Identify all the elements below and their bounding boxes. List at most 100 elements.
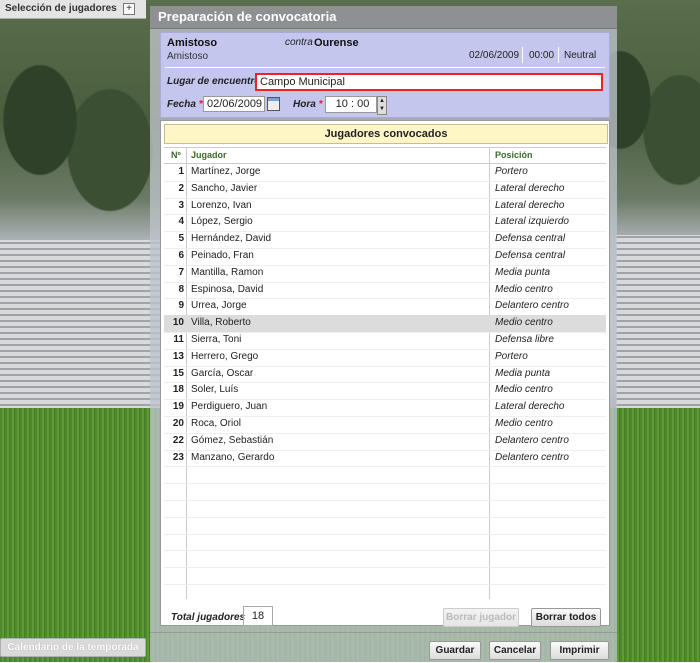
table-row[interactable]: 5 Hernández, David Defensa central — [164, 231, 606, 249]
player-name: García, Oscar — [191, 367, 254, 379]
player-name: Manzano, Gerardo — [191, 451, 275, 463]
player-position: Portero — [495, 166, 528, 177]
player-number: 23 — [172, 451, 184, 463]
player-name: Mantilla, Ramon — [191, 266, 264, 278]
players-panel-title: Jugadores convocados — [164, 124, 608, 144]
place-label: Lugar de encuentro * — [167, 76, 267, 87]
player-number: 19 — [172, 401, 184, 413]
time-label: Hora * — [293, 99, 323, 110]
print-button[interactable]: Imprimir — [550, 641, 609, 660]
player-name: Roca, Oriol — [191, 418, 242, 429]
player-number: 3 — [178, 199, 184, 211]
table-row[interactable]: 6 Peinado, Fran Defensa central — [164, 248, 606, 266]
time-stepper[interactable]: ▲ ▼ — [377, 96, 387, 115]
player-position: Media punta — [495, 367, 551, 379]
player-position: Medio centro — [495, 283, 553, 295]
cancel-button[interactable]: Cancelar — [489, 641, 541, 660]
player-number: 6 — [178, 250, 184, 261]
table-row[interactable]: 23 Manzano, Gerardo Delantero centro — [164, 450, 606, 468]
delete-all-button[interactable]: Borrar todos — [531, 608, 601, 627]
player-position: Defensa libre — [495, 334, 554, 345]
background-stands-right — [616, 235, 700, 410]
match-divider — [522, 47, 523, 63]
player-position: Delantero centro — [495, 451, 569, 463]
player-position: Delantero centro — [495, 300, 569, 312]
player-number: 8 — [178, 283, 184, 295]
time-input[interactable]: 10 : 00 — [325, 96, 377, 113]
table-row[interactable]: 15 García, Oscar Media punta — [164, 366, 606, 384]
match-info-box: Amistoso Amistoso contra Ourense 02/06/2… — [160, 32, 610, 118]
player-name: Perdiguero, Juan — [191, 401, 268, 413]
date-label: Fecha * — [167, 99, 203, 110]
call-up-dialog: Preparación de convocatoria Amistoso Ami… — [150, 6, 617, 662]
players-table-header: Nº Jugador Posición — [164, 148, 606, 164]
player-position: Lateral derecho — [495, 182, 565, 194]
table-row[interactable]: 2 Sancho, Javier Lateral derecho — [164, 181, 606, 199]
match-competition: Amistoso — [167, 51, 209, 62]
player-name: Soler, Luís — [191, 384, 239, 396]
delete-player-button[interactable]: Borrar jugador — [443, 608, 519, 627]
player-position: Medio centro — [495, 418, 553, 429]
total-players-value: 18 — [243, 606, 273, 626]
table-row[interactable]: 4 López, Sergio Lateral izquierdo — [164, 214, 606, 233]
table-row[interactable]: 1 Martínez, Jorge Portero — [164, 164, 606, 182]
player-position: Delantero centro — [495, 434, 569, 446]
player-position: Portero — [495, 350, 528, 362]
player-number: 22 — [172, 434, 184, 446]
player-number: 11 — [173, 334, 184, 345]
header-player: Jugador — [191, 150, 227, 160]
table-row[interactable]: 8 Espinosa, David Medio centro — [164, 282, 606, 300]
table-row[interactable]: 19 Perdiguero, Juan Lateral derecho — [164, 399, 606, 417]
player-number: 13 — [172, 350, 184, 362]
table-row[interactable]: 22 Gómez, Sebastián Delantero centro — [164, 433, 606, 451]
table-row[interactable]: 3 Lorenzo, Ivan Lateral derecho — [164, 198, 606, 216]
place-input[interactable]: Campo Municipal — [255, 73, 603, 91]
player-name: López, Sergio — [191, 216, 253, 228]
player-name: Peinado, Fran — [191, 250, 254, 261]
player-number: 7 — [178, 266, 184, 278]
empty-row — [164, 550, 606, 569]
plus-icon[interactable]: + — [123, 3, 135, 15]
player-position: Medio centro — [495, 384, 553, 396]
match-rival: Ourense — [314, 37, 359, 49]
player-position: Medio centro — [495, 317, 553, 329]
dialog-title: Preparación de convocatoria — [158, 9, 337, 24]
empty-row — [164, 483, 606, 501]
player-name: Hernández, David — [191, 233, 272, 245]
player-position: Lateral derecho — [495, 199, 565, 211]
players-table: Nº Jugador Posición 1 Martínez, Jorge Port… — [164, 147, 606, 599]
player-number: 10 — [172, 317, 184, 329]
players-panel: Jugadores convocados Nº Jugador Posición… — [160, 120, 610, 627]
save-button[interactable]: Guardar — [429, 641, 481, 660]
player-number: 20 — [172, 418, 184, 429]
player-name: Lorenzo, Ivan — [191, 199, 252, 211]
header-position: Posición — [495, 150, 533, 160]
player-number: 5 — [178, 233, 184, 245]
match-field: Neutral — [564, 50, 597, 61]
player-name: Herrero, Grego — [191, 350, 259, 362]
player-name: Gómez, Sebastián — [191, 434, 274, 446]
table-row[interactable]: 18 Soler, Luís Medio centro — [164, 382, 606, 401]
empty-row — [164, 567, 606, 585]
calendar-icon[interactable] — [267, 97, 280, 111]
player-name: Martínez, Jorge — [191, 166, 261, 177]
empty-row — [164, 517, 606, 535]
match-team: Amistoso — [167, 37, 218, 49]
dialog-footer: Guardar Cancelar Imprimir — [150, 632, 617, 663]
season-calendar-button[interactable]: Calendario de la temporada — [0, 638, 146, 657]
table-row[interactable]: 9 Urrea, Jorge Delantero centro — [164, 298, 606, 317]
table-row[interactable]: 11 Sierra, Toni Defensa libre — [164, 332, 606, 350]
table-row[interactable]: 13 Herrero, Grego Portero — [164, 349, 606, 367]
table-row[interactable]: 7 Mantilla, Ramon Media punta — [164, 265, 606, 283]
dialog-titlebar: Preparación de convocatoria — [150, 6, 617, 29]
player-position: Lateral izquierdo — [495, 216, 569, 228]
table-row[interactable]: 20 Roca, Oriol Medio centro — [164, 416, 606, 434]
table-row[interactable]: 10 Villa, Roberto Medio centro — [164, 315, 606, 333]
background-stands-left — [0, 240, 160, 410]
match-time: 00:00 — [529, 50, 555, 61]
player-name: Urrea, Jorge — [191, 300, 247, 312]
date-input[interactable]: 02/06/2009 — [203, 96, 265, 112]
match-date: 02/06/2009 — [469, 50, 520, 61]
player-number: 4 — [178, 216, 184, 228]
player-position: Defensa central — [495, 233, 566, 245]
